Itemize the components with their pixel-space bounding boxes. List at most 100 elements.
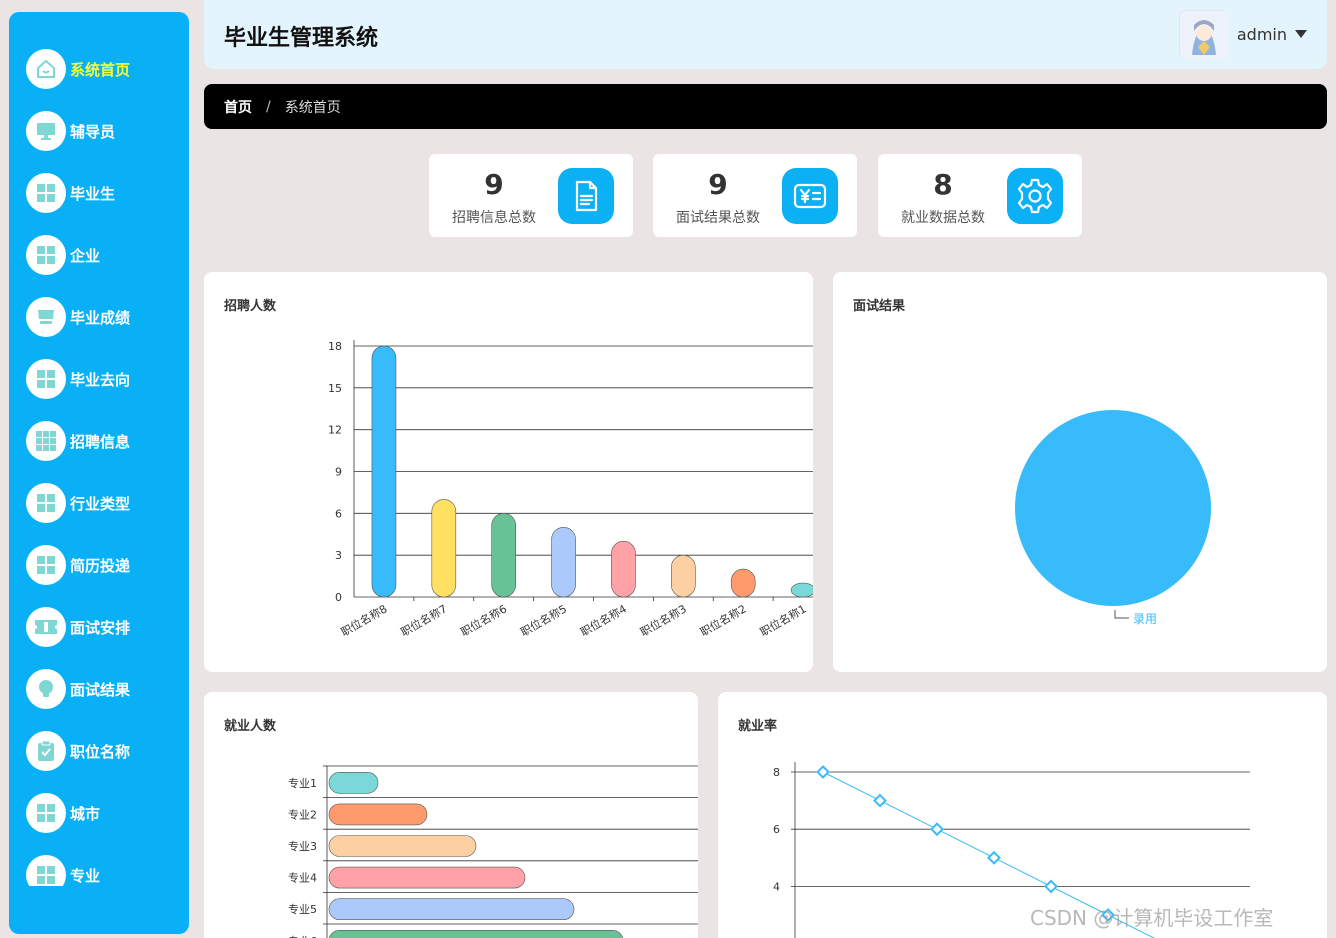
sidebar-item-label: 专业 [70, 866, 101, 885]
bar-专业2 [328, 803, 428, 826]
sidebar-item-label: 简历投递 [70, 556, 131, 575]
sidebar-item-label: 职位名称 [70, 742, 131, 761]
stat-label: 面试结果总数 [676, 210, 760, 226]
stat-card-employment-data: 8 就业数据总数 [878, 154, 1082, 237]
bar-专业3 [328, 835, 477, 857]
x-tick-label: 职位名称6 [458, 601, 509, 639]
x-tick-label: 职位名称3 [638, 601, 689, 639]
sidebar-item-12[interactable]: 职位名称 [9, 720, 189, 782]
username: admin [1236, 24, 1287, 44]
sidebar-item-label: 毕业去向 [70, 370, 131, 389]
breadcrumb-separator: / [266, 98, 271, 115]
x-tick-label: 职位名称1 [757, 601, 808, 639]
home-icon [26, 49, 66, 89]
breadcrumb-home-link[interactable]: 首页 [224, 97, 252, 117]
pie-label: 录用 [1133, 612, 1157, 626]
y-tick-label: 专业1 [288, 776, 317, 790]
x-tick-label: 职位名称5 [518, 601, 569, 639]
bulb-icon [26, 669, 66, 709]
sidebar-item-1[interactable]: 系统首页 [9, 38, 189, 100]
sidebar-item-14[interactable]: 专业 [9, 844, 189, 886]
sidebar-item-9[interactable]: 简历投递 [9, 534, 189, 596]
document-icon [558, 168, 614, 224]
y-tick-label: 0 [335, 591, 342, 604]
y-tick-label: 6 [773, 823, 780, 836]
bar-职位名称1 [790, 582, 813, 598]
sidebar-item-label: 毕业生 [70, 184, 116, 203]
y-tick-label: 专业2 [288, 807, 317, 821]
data-point [873, 793, 887, 808]
sidebar-item-label: 毕业成绩 [70, 308, 131, 327]
stat-card-recruit-info: 9 招聘信息总数 [429, 154, 633, 237]
grid-icon [26, 545, 66, 585]
sidebar-item-10[interactable]: 面试安排 [9, 596, 189, 658]
sidebar-item-4[interactable]: 企业 [9, 224, 189, 286]
data-point [816, 765, 830, 779]
sidebar-item-label: 行业类型 [70, 494, 131, 513]
x-tick-label: 职位名称7 [398, 601, 449, 639]
sidebar-nav: 系统首页辅导员毕业生企业毕业成绩毕业去向招聘信息行业类型简历投递面试安排面试结果… [9, 38, 189, 886]
interview-result-pie-chart: 录用 [1015, 410, 1211, 626]
grid-icon [26, 235, 66, 275]
gear-icon [1007, 168, 1063, 224]
grid9-icon [26, 421, 66, 461]
stat-value: 8 [933, 168, 953, 201]
sidebar-item-label: 面试结果 [70, 680, 131, 699]
x-tick-label: 职位名称2 [698, 601, 749, 639]
sidebar-item-3[interactable]: 毕业生 [9, 162, 189, 224]
y-tick-label: 4 [773, 880, 780, 893]
y-tick-label: 9 [335, 466, 342, 479]
y-tick-label: 专业3 [288, 839, 317, 853]
y-tick-label: 专业5 [288, 902, 317, 916]
bar-专业1 [328, 772, 379, 794]
grid-icon [26, 173, 66, 213]
employment-count-panel: 就业人数 专业1专业2专业3专业4专业5专业6 [204, 692, 698, 938]
top-header: 毕业生管理系统 admin [204, 0, 1327, 69]
app-title: 毕业生管理系统 [224, 26, 379, 51]
recruit-count-bar-chart: 0 3 6 9 12 15 18 职位名称8 职位名称7 职位名称6 职位名称5 职位名称4 职位名称3… [328, 340, 813, 639]
sidebar-item-5[interactable]: 毕业成绩 [9, 286, 189, 348]
bar-专业4 [328, 866, 526, 889]
bar-专业5 [328, 898, 575, 920]
bar-职位名称8 [371, 345, 397, 598]
sidebar-item-label: 城市 [70, 804, 101, 823]
bar-职位名称2 [730, 568, 756, 598]
sidebar: 系统首页辅导员毕业生企业毕业成绩毕业去向招聘信息行业类型简历投递面试安排面试结果… [9, 12, 189, 934]
clipboard-icon [26, 731, 66, 771]
sidebar-item-7[interactable]: 招聘信息 [9, 410, 189, 472]
grid-icon [26, 855, 66, 886]
stat-label: 招聘信息总数 [452, 210, 536, 226]
interview-result-panel: 面试结果 录用 [833, 272, 1327, 672]
grid-icon [26, 793, 66, 833]
recruit-count-panel: 招聘人数 0 3 6 9 12 15 18 职位名称8 职位名称7 职位名称6 职位名称5 职位名称4… [204, 272, 813, 672]
bar-职位名称4 [611, 540, 636, 598]
y-tick-label: 12 [328, 424, 342, 437]
monitor-icon [26, 111, 66, 151]
employment-count-bar-chart: 专业1 专业2 专业3 专业4 专业5 专业6 [288, 765, 698, 938]
sidebar-item-13[interactable]: 城市 [9, 782, 189, 844]
sidebar-item-label: 辅导员 [70, 122, 116, 141]
sidebar-item-11[interactable]: 面试结果 [9, 658, 189, 720]
bar-专业6 [329, 930, 623, 938]
sidebar-item-6[interactable]: 毕业去向 [9, 348, 189, 410]
y-tick-label: 18 [328, 340, 342, 353]
data-point [930, 822, 944, 837]
yen-card-icon [782, 168, 838, 224]
sidebar-item-8[interactable]: 行业类型 [9, 472, 189, 534]
bar-职位名称5 [551, 526, 576, 598]
sidebar-item-label: 面试安排 [70, 618, 131, 637]
y-tick-label: 8 [773, 766, 780, 779]
sidebar-item-label: 企业 [70, 246, 101, 265]
x-tick-label: 职位名称4 [578, 601, 629, 639]
sidebar-item-2[interactable]: 辅导员 [9, 100, 189, 162]
bar-职位名称7 [431, 499, 457, 598]
user-menu[interactable]: admin [1178, 10, 1307, 59]
breadcrumb: 首页 / 系统首页 [204, 84, 1327, 129]
grid-icon [26, 483, 66, 523]
stat-value: 9 [484, 168, 504, 201]
pie-label-line [1114, 610, 1129, 619]
avatar [1178, 10, 1228, 59]
watermark: CSDN @计算机毕设工作室 [1030, 906, 1274, 930]
data-point [1044, 879, 1058, 894]
stat-label: 就业数据总数 [901, 210, 985, 226]
